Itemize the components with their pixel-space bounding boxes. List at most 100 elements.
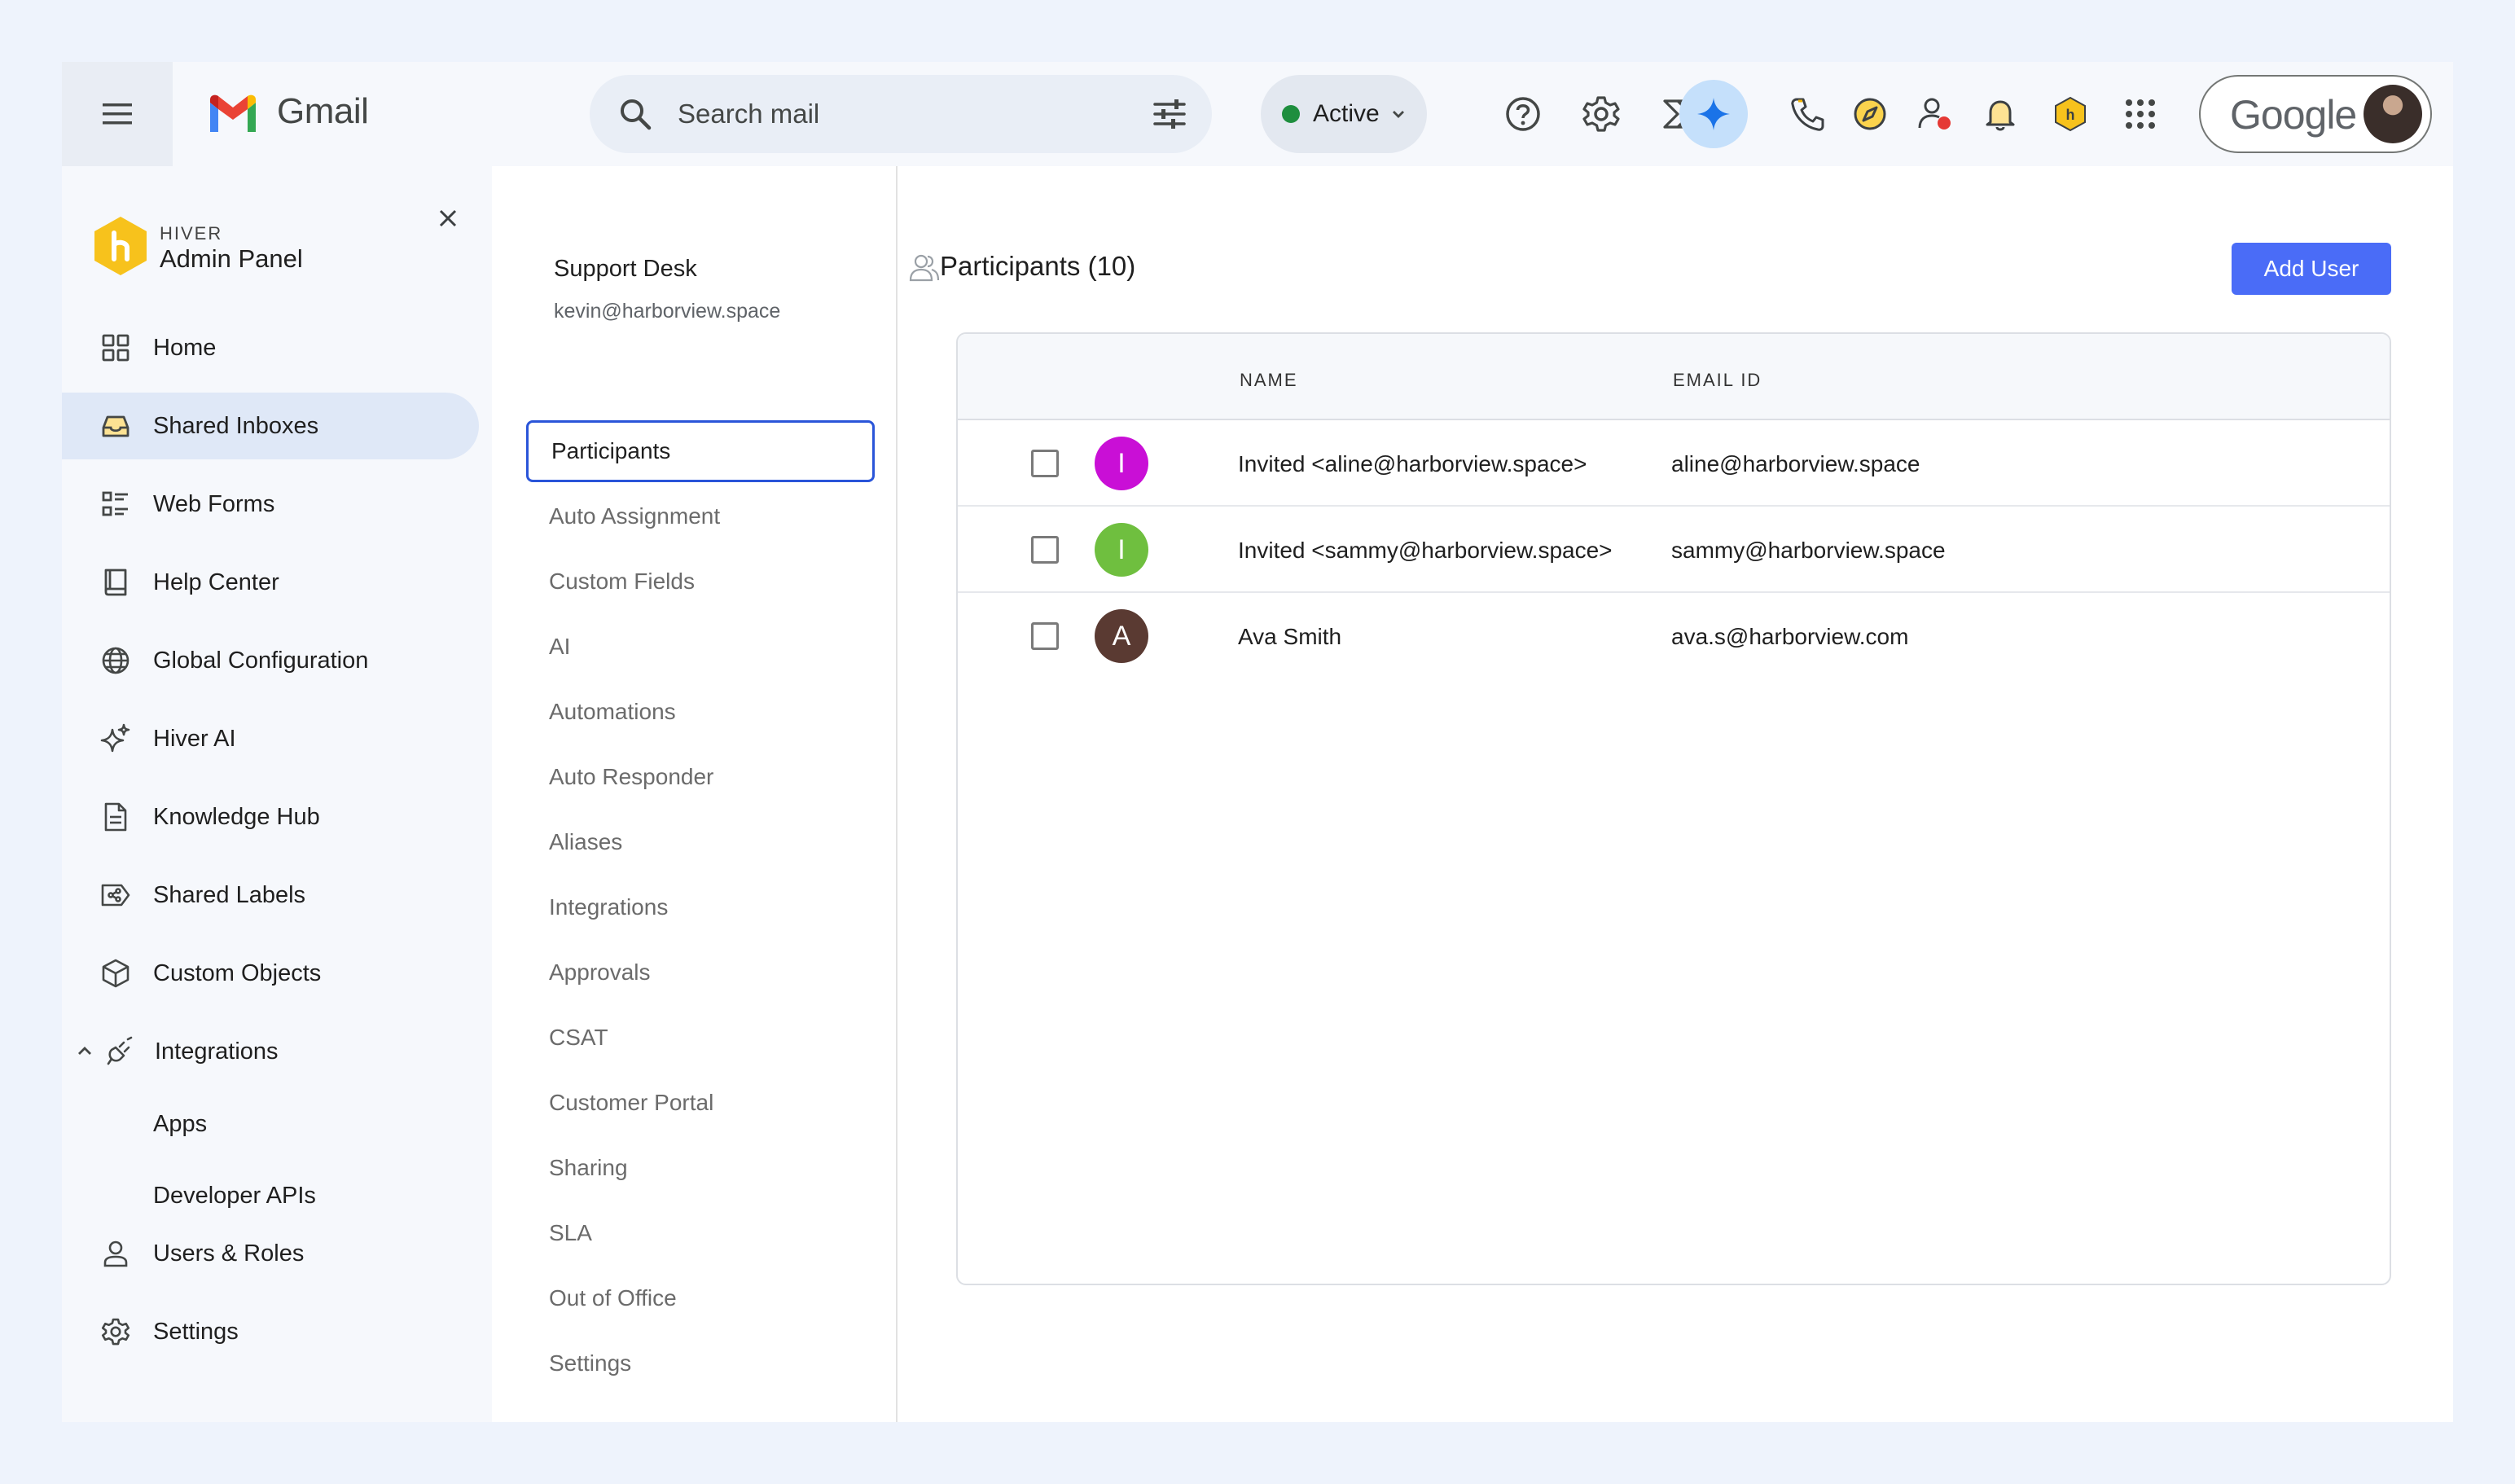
inbox-name: Support Desk [554,256,697,282]
settings-nav-settings[interactable]: Settings [526,1333,875,1394]
settings-nav-participants[interactable]: Participants [526,420,875,482]
phone-icon [1791,98,1824,131]
search-bar[interactable] [590,75,1212,153]
sidebar-item-label: Settings [153,1318,239,1345]
document-icon [99,801,132,833]
gear-icon [99,1315,132,1348]
sidebar-item-label: Web Forms [153,490,275,517]
table-row[interactable]: A Ava Smith ava.s@harborview.com [958,593,2390,679]
google-account-button[interactable]: Google [2199,75,2432,153]
svg-text:h: h [2066,107,2075,123]
sidebar-item-label: Help Center [153,569,279,595]
main-menu-button[interactable] [62,62,173,166]
brand-eyebrow: HIVER [160,223,223,244]
search-icon[interactable] [617,96,653,132]
row-checkbox[interactable] [1031,450,1059,477]
apps-grid-button[interactable] [2118,91,2163,137]
sidebar-item-hiver-ai[interactable]: Hiver AI [62,705,479,772]
hiver-extension-button[interactable]: h [2048,91,2093,137]
sidebar-item-label: Users & Roles [153,1240,305,1267]
apps-grid-icon [2126,99,2155,129]
sidebar-item-global-configuration[interactable]: Global Configuration [62,627,479,694]
row-checkbox[interactable] [1031,536,1059,564]
participants-table: NAME EMAIL ID I Invited <aline@harborvie… [956,332,2391,1285]
chevron-up-icon[interactable] [73,1040,96,1063]
sidebar-item-integrations[interactable]: Integrations [62,1018,479,1085]
compass-button[interactable] [1847,91,1893,137]
sidebar-item-web-forms[interactable]: Web Forms [62,471,479,538]
settings-nav-sharing[interactable]: Sharing [526,1137,875,1199]
settings-nav-aliases[interactable]: Aliases [526,811,875,873]
sidebar-item-label: Shared Labels [153,881,306,908]
hamburger-menu-icon [103,103,132,125]
gemini-star-icon [1697,98,1730,130]
app-window: Gmail Active [62,62,2453,1422]
settings-nav-ai[interactable]: AI [526,616,875,678]
settings-nav-csat[interactable]: CSAT [526,1007,875,1069]
compass-icon [1854,98,1886,130]
panel-title: Admin Panel [160,244,303,273]
status-selector[interactable]: Active [1261,75,1427,153]
close-icon [439,209,457,227]
gmail-brand-text: Gmail [277,91,369,131]
hiver-hex-icon: h [2055,96,2086,132]
sidebar-subitem-apps[interactable]: Apps [153,1111,207,1138]
settings-nav-custom-fields[interactable]: Custom Fields [526,551,875,612]
help-button[interactable] [1500,91,1546,137]
sidebar-item-shared-inboxes[interactable]: Shared Inboxes [62,393,479,459]
settings-nav-sla[interactable]: SLA [526,1202,875,1264]
settings-nav-auto-assignment[interactable]: Auto Assignment [526,485,875,547]
form-list-icon [99,488,132,520]
gemini-button[interactable] [1679,80,1748,148]
sidebar-item-shared-labels[interactable]: Shared Labels [62,862,479,929]
inbox-settings-nav: Support Desk kevin@harborview.space Part… [492,166,898,1422]
sidebar-item-settings[interactable]: Settings [62,1298,479,1365]
settings-nav-out-of-office[interactable]: Out of Office [526,1267,875,1329]
sidebar-item-label: Custom Objects [153,959,322,986]
help-icon [1506,97,1540,131]
sidebar-item-custom-objects[interactable]: Custom Objects [62,940,479,1007]
hiver-admin-sidebar: HIVER Admin Panel Home Shared Inboxes We… [62,166,492,1422]
gmail-settings-button[interactable] [1578,91,1624,137]
participant-name: Ava Smith [1238,624,1342,649]
gmail-logo-icon[interactable] [207,93,259,134]
search-options-icon[interactable] [1152,96,1187,132]
inbox-icon [99,410,132,442]
account-avatar[interactable] [2364,85,2422,143]
sidebar-item-label: Global Configuration [153,647,369,674]
settings-nav-automations[interactable]: Automations [526,681,875,743]
row-checkbox[interactable] [1031,622,1059,650]
participant-email: ava.s@harborview.com [1671,624,1909,649]
phone-button[interactable] [1785,91,1831,137]
grid-icon [99,331,132,364]
sidebar-item-home[interactable]: Home [62,314,479,381]
sidebar-item-help-center[interactable]: Help Center [62,549,479,616]
close-panel-button[interactable] [432,202,464,235]
column-header-name[interactable]: NAME [1240,370,1298,391]
sidebar-item-users-roles[interactable]: Users & Roles [62,1220,479,1287]
sidebar-item-knowledge-hub[interactable]: Knowledge Hub [62,784,479,850]
sparkle-icon [99,722,132,755]
participant-name: Invited <sammy@harborview.space> [1238,538,1613,563]
inbox-email: kevin@harborview.space [554,300,781,323]
settings-nav-integrations[interactable]: Integrations [526,876,875,938]
notifications-button[interactable] [1977,91,2023,137]
search-input[interactable] [678,91,1101,137]
settings-nav-customer-portal[interactable]: Customer Portal [526,1072,875,1134]
label-share-icon [99,879,132,911]
plug-icon [104,1035,137,1068]
user-status-icon [1918,98,1951,130]
avatar: I [1095,437,1148,490]
table-row[interactable]: I Invited <aline@harborview.space> aline… [958,420,2390,507]
column-header-email[interactable]: EMAIL ID [1673,370,1762,391]
table-row[interactable]: I Invited <sammy@harborview.space> sammy… [958,507,2390,593]
settings-nav-auto-responder[interactable]: Auto Responder [526,746,875,808]
add-user-button[interactable]: Add User [2232,243,2391,295]
contact-status-button[interactable] [1912,91,1958,137]
user-icon [99,1237,132,1270]
cube-icon [99,957,132,990]
settings-nav-approvals[interactable]: Approvals [526,942,875,1003]
sidebar-subitem-developer-apis[interactable]: Developer APIs [153,1183,316,1210]
sidebar-item-label: Hiver AI [153,725,236,752]
avatar: A [1095,609,1148,663]
